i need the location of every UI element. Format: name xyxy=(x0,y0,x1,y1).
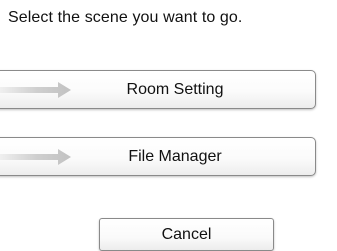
dialog-prompt: Select the scene you want to go. xyxy=(8,9,243,26)
file-manager-button[interactable]: File Manager xyxy=(0,137,316,176)
cancel-button[interactable]: Cancel xyxy=(99,218,274,251)
room-setting-label: Room Setting xyxy=(126,81,224,98)
file-manager-label: File Manager xyxy=(128,148,222,165)
room-setting-button[interactable]: Room Setting xyxy=(0,70,316,109)
